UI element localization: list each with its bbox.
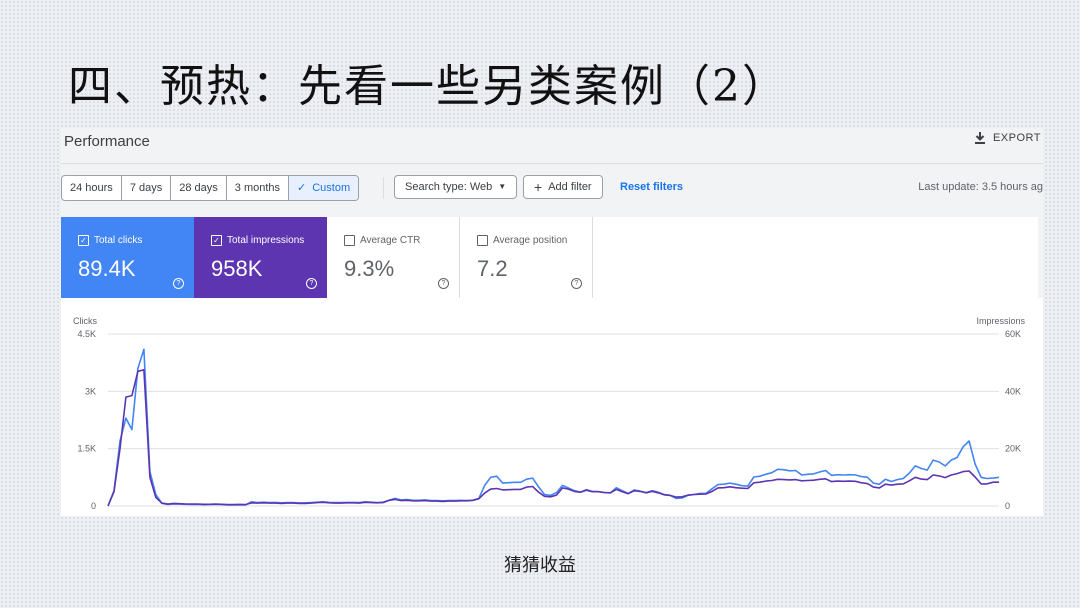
metric-card-average-ctr[interactable]: Average CTR 9.3% ?: [327, 217, 460, 298]
chart-svg: Clicks Impressions 4.5K 60K 3K 40K 1.5K 20K 0 0: [73, 316, 1026, 511]
checkbox-unchecked-icon[interactable]: [344, 235, 355, 246]
metric-label: Average CTR: [360, 235, 421, 246]
reset-filters-link[interactable]: Reset filters: [620, 175, 683, 199]
export-button[interactable]: EXPORT: [973, 131, 1041, 145]
checkbox-checked-icon[interactable]: ✓: [78, 235, 89, 246]
metric-card-total-clicks[interactable]: ✓ Total clicks 89.4K ?: [61, 217, 194, 298]
help-icon[interactable]: ?: [173, 278, 184, 289]
metric-value: 9.3%: [344, 256, 395, 281]
range-28-days[interactable]: 28 days: [171, 176, 227, 200]
right-tick-label: 20K: [1005, 444, 1021, 454]
range-3-months[interactable]: 3 months: [227, 176, 290, 200]
header-divider: [61, 163, 1043, 164]
slide-caption: 猜猜收益: [504, 555, 576, 576]
plus-icon: +: [534, 179, 543, 195]
checkbox-unchecked-icon[interactable]: [477, 235, 488, 246]
help-icon[interactable]: ?: [571, 278, 582, 289]
help-icon[interactable]: ?: [438, 278, 449, 289]
filter-toolbar: 24 hours 7 days 28 days 3 months ✓ Custom…: [61, 175, 1043, 201]
clicks-series-line: [107, 348, 1000, 507]
metric-card-average-position[interactable]: Average position 7.2 ?: [460, 217, 593, 298]
dropdown-arrow-icon: ▼: [498, 182, 507, 191]
right-tick-label: 60K: [1005, 329, 1021, 339]
left-axis-title: Clicks: [73, 316, 97, 326]
search-type-label: Search type: Web: [405, 181, 493, 193]
performance-title: Performance: [64, 133, 150, 150]
range-7-days[interactable]: 7 days: [122, 176, 172, 200]
impressions-series-line: [107, 369, 999, 507]
add-filter-label: Add filter: [548, 181, 592, 193]
last-update-text: Last update: 3.5 hours ag: [918, 181, 1043, 193]
slide-title: 四、预热：先看一些另类案例（2）: [68, 61, 788, 112]
metric-value: 7.2: [477, 256, 508, 281]
toolbar-separator: [383, 177, 384, 199]
left-tick-label: 3K: [85, 386, 96, 396]
metric-cards: ✓ Total clicks 89.4K ? ✓ Total impressions…: [61, 217, 597, 298]
add-filter-button[interactable]: + Add filter: [523, 175, 603, 199]
performance-chart: Clicks Impressions 4.5K 60K 3K 40K 1.5K 20K 0 0: [61, 298, 1043, 516]
range-custom-label: Custom: [312, 182, 351, 194]
metric-value: 958K: [211, 256, 263, 281]
download-icon: [974, 132, 985, 144]
range-custom[interactable]: ✓ Custom: [289, 176, 359, 200]
left-tick-label: 0: [91, 501, 96, 511]
right-axis-title: Impressions: [976, 316, 1025, 326]
metric-label: Total clicks: [94, 235, 143, 246]
left-tick-label: 1.5K: [77, 444, 96, 454]
search-type-dropdown[interactable]: Search type: Web ▼: [394, 175, 518, 199]
checkbox-checked-icon[interactable]: ✓: [211, 235, 222, 246]
metric-label: Total impressions: [227, 235, 305, 246]
date-range-selector: 24 hours 7 days 28 days 3 months ✓ Custom: [61, 175, 360, 201]
metric-label: Average position: [493, 235, 568, 246]
range-24-hours[interactable]: 24 hours: [62, 176, 122, 200]
metric-card-total-impressions[interactable]: ✓ Total impressions 958K ?: [194, 217, 327, 298]
metric-value: 89.4K: [78, 256, 136, 281]
left-tick-label: 4.5K: [77, 329, 96, 339]
check-icon: ✓: [297, 182, 307, 194]
right-tick-label: 40K: [1005, 386, 1021, 396]
export-label: EXPORT: [992, 132, 1041, 144]
right-tick-label: 0: [1005, 501, 1010, 511]
performance-panel: Performance EXPORT 24 hours 7 days 28 da…: [61, 128, 1043, 516]
help-icon[interactable]: ?: [306, 278, 317, 289]
